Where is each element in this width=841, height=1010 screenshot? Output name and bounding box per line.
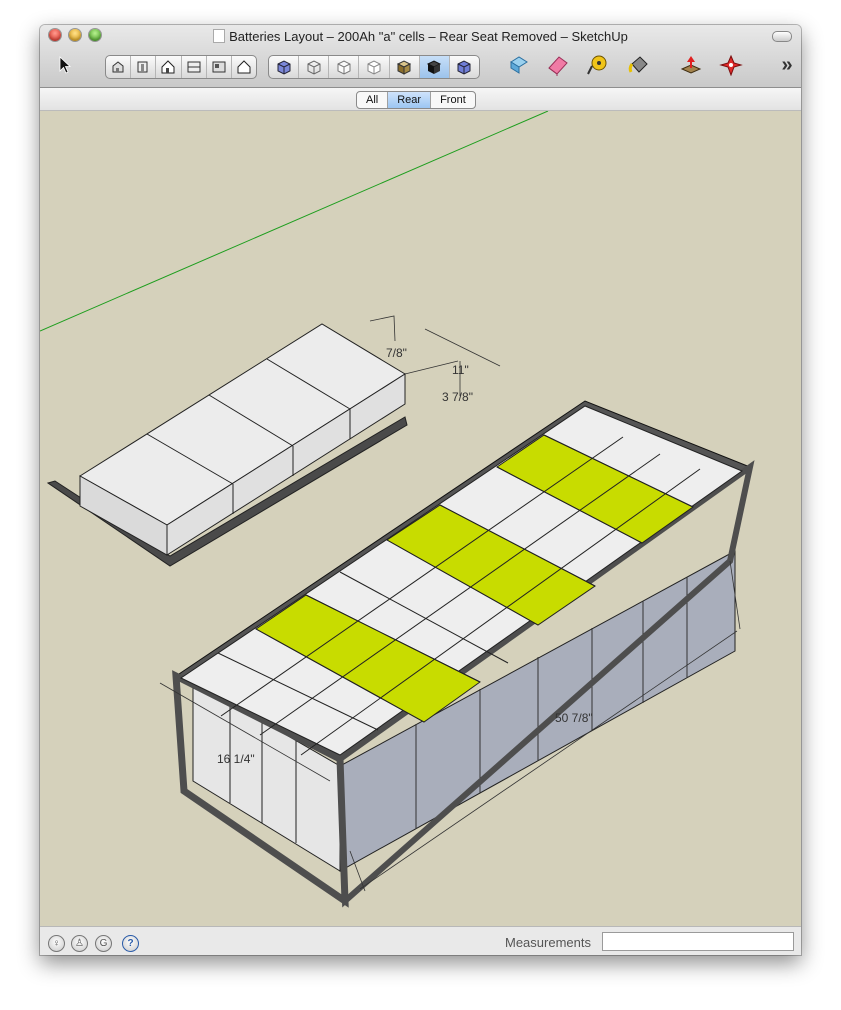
back-view-icon <box>212 61 226 73</box>
dimension-label-7-8: 7/8" <box>386 346 407 360</box>
front-view-button[interactable] <box>156 56 182 78</box>
scene-tab-all[interactable]: All <box>357 92 389 108</box>
shaded-icon <box>367 60 381 75</box>
orbit-tool-button[interactable] <box>717 53 745 77</box>
back-edges-style-button[interactable] <box>450 56 479 78</box>
status-bar: ♀ ♙ G ? Measurements <box>40 926 801 955</box>
scene-tabs: All Rear Front <box>356 91 476 109</box>
window-title: Batteries Layout – 200Ah "a" cells – Rea… <box>40 29 801 44</box>
tape-measure-icon <box>587 55 607 75</box>
left-view-button[interactable] <box>232 56 256 78</box>
lightbulb-icon: ♀ <box>52 938 61 949</box>
title-bar: Batteries Layout – 200Ah "a" cells – Rea… <box>40 25 801 88</box>
eraser-tool-button[interactable] <box>545 53 571 77</box>
component-icon <box>510 56 528 74</box>
xray-style-button[interactable] <box>269 56 300 78</box>
scenes-bar: All Rear Front <box>40 88 801 111</box>
shaded-textures-style-button[interactable] <box>390 56 420 78</box>
monochrome-style-button[interactable] <box>419 56 450 78</box>
front-view-icon <box>161 60 175 74</box>
help-icon: ? <box>127 938 134 949</box>
scene-tab-rear[interactable]: Rear <box>388 92 432 108</box>
instructor-button[interactable]: ? <box>122 935 139 952</box>
credits-button[interactable]: ♙ <box>71 935 88 952</box>
geo-location-button[interactable]: ♀ <box>48 935 65 952</box>
modeling-viewport[interactable]: 7/8" 11" 3 7/8" 16 1/4" 50 7/8" <box>40 111 801 926</box>
views-toolbar <box>105 55 257 79</box>
back-edges-icon <box>457 60 471 75</box>
push-pull-tool-button[interactable] <box>677 53 705 77</box>
dimension-label-16-1-4: 16 1/4" <box>217 752 255 766</box>
measurements-label: Measurements <box>505 935 591 950</box>
paint-bucket-icon <box>628 56 648 73</box>
top-view-icon <box>187 61 201 73</box>
dimension-label-3-7-8: 3 7/8" <box>442 390 473 404</box>
scene-tab-front[interactable]: Front <box>431 92 475 108</box>
sign-in-button[interactable]: G <box>95 935 112 952</box>
select-tool-button[interactable] <box>54 53 76 77</box>
styles-toolbar <box>268 55 480 79</box>
wireframe-icon <box>307 60 321 75</box>
signin-icon: G <box>99 938 108 949</box>
top-view-button[interactable] <box>182 56 207 78</box>
hidden-line-icon <box>337 60 351 75</box>
dimension-label-11: 11" <box>452 363 469 377</box>
toolbar-overflow-button[interactable]: » <box>778 53 796 77</box>
arrow-select-icon <box>59 56 72 74</box>
shaded-textures-icon <box>397 60 412 75</box>
sketchup-window: Batteries Layout – 200Ah "a" cells – Rea… <box>40 25 801 955</box>
back-view-button[interactable] <box>207 56 232 78</box>
wireframe-style-button[interactable] <box>299 56 330 78</box>
left-view-icon <box>237 60 251 74</box>
iso-view-icon <box>112 61 124 73</box>
component-tool-button[interactable] <box>506 53 532 77</box>
shaded-style-button[interactable] <box>359 56 390 78</box>
push-pull-icon <box>680 56 702 74</box>
person-icon: ♙ <box>75 938 84 949</box>
iso-view-button[interactable] <box>106 56 132 78</box>
toolbar-toggle-button[interactable] <box>772 31 792 42</box>
hidden-line-style-button[interactable] <box>329 56 360 78</box>
orbit-icon <box>719 54 743 76</box>
window-title-text: Batteries Layout – 200Ah "a" cells – Rea… <box>229 29 628 44</box>
green-axis-line <box>40 111 549 332</box>
xray-icon <box>277 60 291 75</box>
measurements-input[interactable] <box>602 932 794 951</box>
tape-measure-tool-button[interactable] <box>585 53 611 77</box>
dimension-label-50-7-8: 50 7/8" <box>555 711 593 725</box>
document-icon <box>213 29 226 43</box>
monochrome-icon <box>427 60 442 74</box>
paint-bucket-tool-button[interactable] <box>625 53 653 77</box>
model-canvas[interactable] <box>40 111 801 926</box>
right-view-button[interactable] <box>131 56 157 78</box>
right-view-icon <box>137 61 148 73</box>
eraser-icon <box>548 56 568 76</box>
